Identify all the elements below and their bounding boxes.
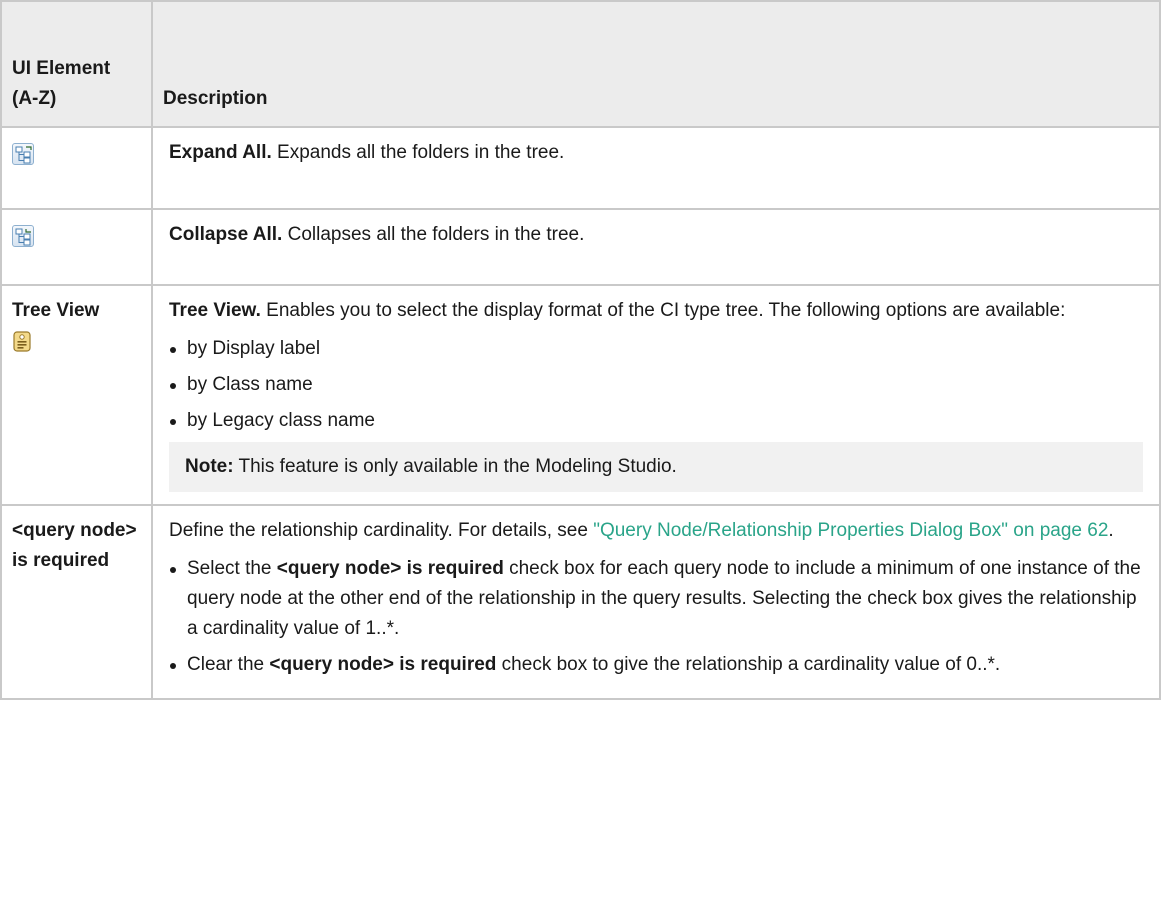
required-intro-end: .: [1108, 520, 1114, 541]
collapse-all-icon: [12, 225, 34, 248]
ui-element-cell: [0, 126, 153, 210]
note-box: Note: This feature is only available in …: [169, 442, 1143, 492]
query-node-properties-link[interactable]: "Query Node/Relationship Properties Dial…: [593, 520, 1108, 541]
tree-view-element-label: Tree View: [12, 300, 100, 321]
description-cell: Define the relationship cardinality. For…: [151, 504, 1161, 700]
bullet-bold-text: <query node> is required: [276, 558, 504, 579]
collapse-all-description: Collapses all the folders in the tree.: [282, 224, 585, 245]
bullet-text: Select the: [187, 558, 277, 579]
ui-element-cell: <query node> is required: [0, 504, 153, 700]
bullet-text: Clear the: [187, 654, 270, 675]
expand-all-title: Expand All.: [169, 142, 272, 163]
bullet-bold-text: <query node> is required: [269, 654, 497, 675]
column-header-ui-element: UI Element (A-Z): [0, 0, 153, 128]
list-item: by Display label: [169, 334, 1143, 364]
list-item: Select the <query node> is required chec…: [169, 554, 1143, 644]
tree-view-options-list: by Display label by Class name by Legacy…: [169, 334, 1143, 436]
note-label: Note:: [185, 456, 234, 477]
list-item: by Class name: [169, 370, 1143, 400]
required-intro-text: Define the relationship cardinality. For…: [169, 520, 594, 541]
tree-view-description: Enables you to select the display format…: [260, 300, 1066, 321]
column-header-description: Description: [151, 0, 1161, 128]
required-intro: Define the relationship cardinality. For…: [169, 516, 1143, 546]
bullet-text: check box to give the relationship a car…: [496, 654, 1001, 675]
list-item: Clear the <query node> is required check…: [169, 650, 1143, 680]
expand-all-description: Expands all the folders in the tree.: [271, 142, 565, 163]
table-row-tree-view: Tree View Tree View. Enables you to sele…: [0, 284, 1161, 506]
table-header-row: UI Element (A-Z) Description: [0, 0, 1161, 128]
table-row-collapse-all: Collapse All. Collapses all the folders …: [0, 208, 1161, 286]
ui-elements-table: UI Element (A-Z) Description Expand All.…: [0, 0, 1161, 700]
table-row-expand-all: Expand All. Expands all the folders in t…: [0, 126, 1161, 210]
description-cell: Expand All. Expands all the folders in t…: [151, 126, 1161, 210]
ui-element-cell: Tree View: [0, 284, 153, 506]
tree-view-title: Tree View.: [169, 300, 261, 321]
description-cell: Collapse All. Collapses all the folders …: [151, 208, 1161, 286]
note-text: This feature is only available in the Mo…: [233, 456, 677, 477]
collapse-all-title: Collapse All.: [169, 224, 283, 245]
description-cell: Tree View. Enables you to select the dis…: [151, 284, 1161, 506]
tree-view-intro: Tree View. Enables you to select the dis…: [169, 296, 1143, 326]
list-item: by Legacy class name: [169, 406, 1143, 436]
table-row-query-node-required: <query node> is required Define the rela…: [0, 504, 1161, 700]
tree-view-tag-icon: [12, 330, 32, 352]
expand-all-icon: [12, 143, 34, 166]
required-options-list: Select the <query node> is required chec…: [169, 554, 1143, 680]
ui-element-cell: [0, 208, 153, 286]
